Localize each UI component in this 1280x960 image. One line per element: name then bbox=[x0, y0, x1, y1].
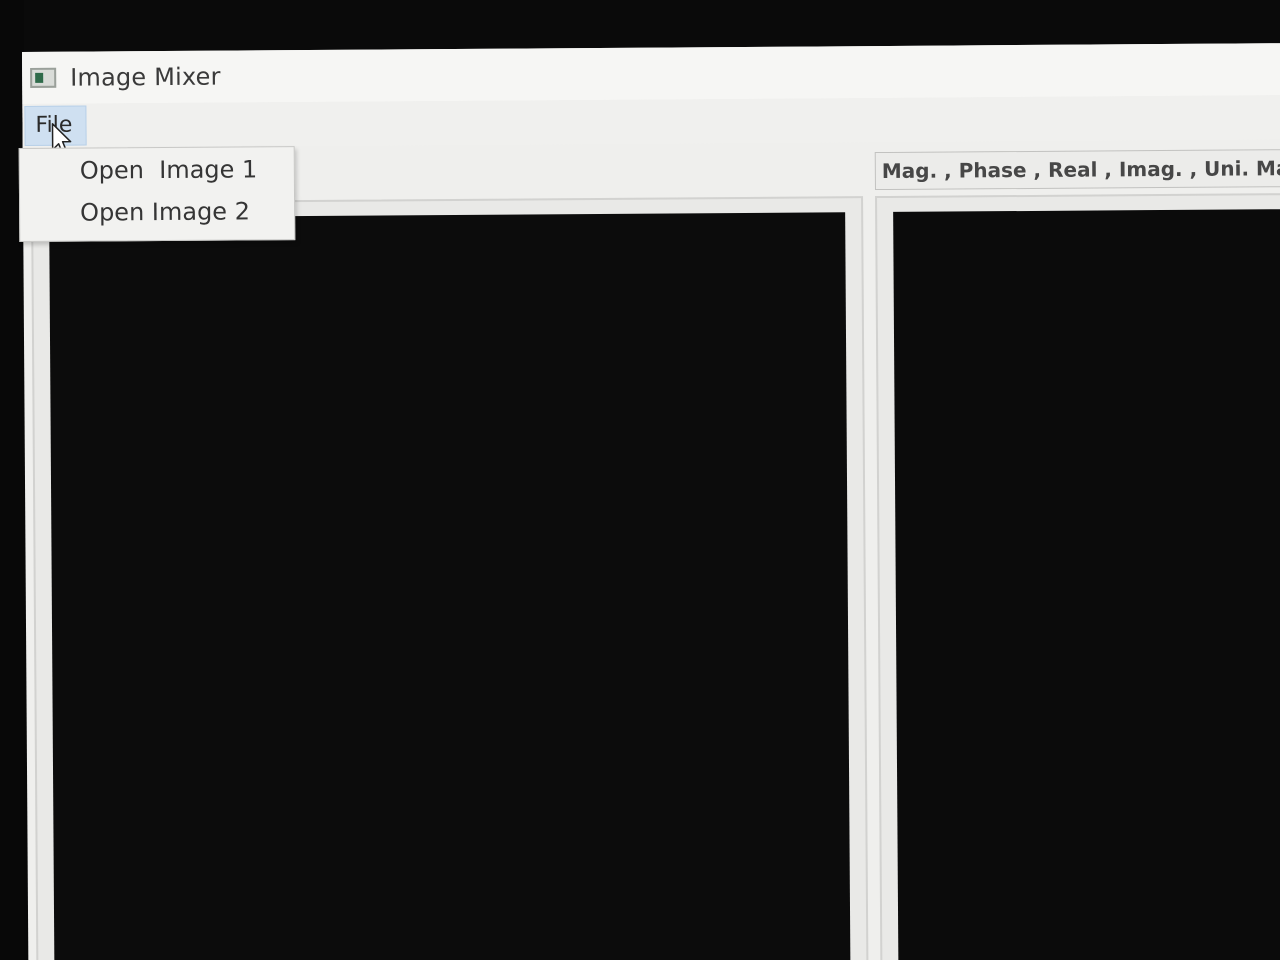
image-view-left[interactable] bbox=[49, 212, 851, 960]
menu-bar: File bbox=[22, 95, 1280, 148]
menu-item-open-image-1[interactable]: Open Image 1 bbox=[80, 155, 258, 184]
app-window: Image Mixer File Open Image 1 Open Image… bbox=[18, 43, 1280, 960]
component-selector-right[interactable]: Mag. , Phase , Real , Imag. , Uni. Ma bbox=[874, 149, 1280, 191]
image-view-right[interactable] bbox=[893, 209, 1280, 960]
monitor-bezel-left bbox=[0, 0, 24, 960]
image-panel-right bbox=[875, 193, 1280, 960]
file-dropdown-menu: Open Image 1 Open Image 2 bbox=[18, 146, 296, 243]
menu-item-open-image-2[interactable]: Open Image 2 bbox=[80, 197, 250, 226]
window-title: Image Mixer bbox=[70, 62, 221, 92]
image-panel-left bbox=[31, 196, 869, 960]
app-icon bbox=[30, 67, 57, 88]
screen: Image Mixer File Open Image 1 Open Image… bbox=[0, 0, 1280, 960]
title-bar: Image Mixer bbox=[22, 43, 1280, 104]
